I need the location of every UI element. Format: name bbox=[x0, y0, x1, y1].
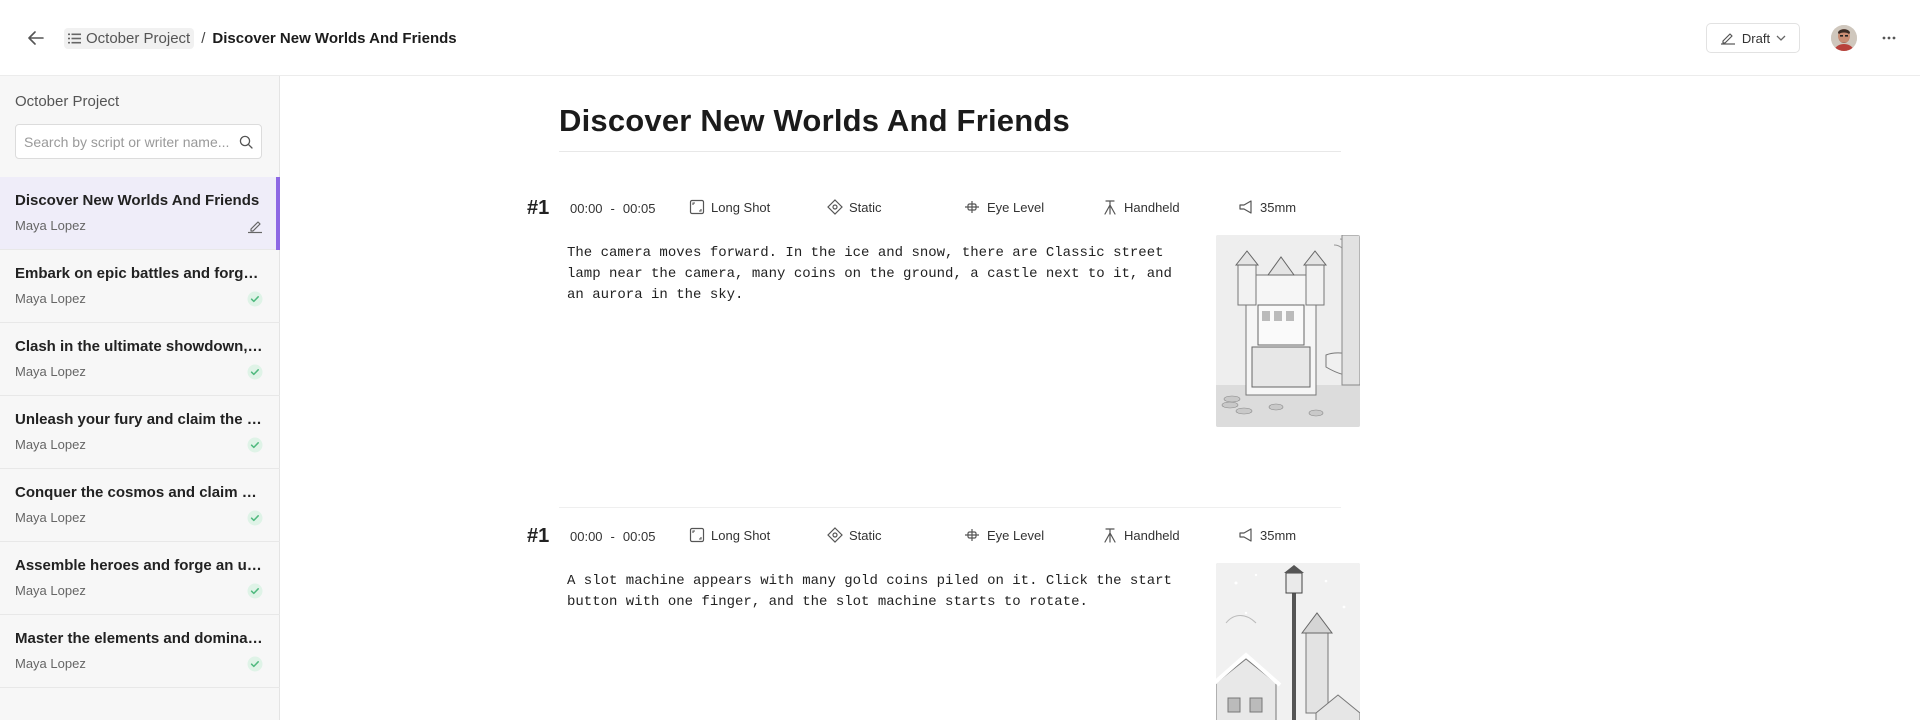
eye-level-icon bbox=[965, 201, 979, 213]
script-writer: Maya Lopez bbox=[15, 510, 86, 525]
shot-start-time: 00:00 bbox=[570, 201, 603, 216]
status-label: Draft bbox=[1741, 30, 1771, 46]
script-writer: Maya Lopez bbox=[15, 437, 86, 452]
shot-start-time: 00:00 bbox=[570, 529, 603, 544]
eye-level-icon bbox=[965, 529, 979, 541]
search-icon[interactable] bbox=[239, 135, 253, 149]
script-title: Embark on epic battles and forge your le… bbox=[15, 265, 263, 282]
script-title: Discover New Worlds And Friends bbox=[15, 192, 260, 209]
camera-rig-selector[interactable]: Handheld bbox=[1102, 527, 1180, 543]
script-writer: Maya Lopez bbox=[15, 218, 86, 233]
move-diamond-icon bbox=[827, 527, 843, 543]
lens-cone-icon bbox=[1239, 200, 1252, 214]
tripod-icon bbox=[1104, 528, 1116, 543]
edit-signature-icon bbox=[1720, 33, 1735, 45]
camera-angle-label: Eye Level bbox=[987, 527, 1045, 543]
chevron-down-icon bbox=[1776, 35, 1786, 41]
camera-movement-selector[interactable]: Static bbox=[827, 527, 882, 543]
camera-angle-selector[interactable]: Eye Level bbox=[963, 199, 1044, 215]
script-sidebar: October Project Discover New Worlds And … bbox=[0, 76, 280, 720]
script-list-item[interactable]: Embark on epic battles and forge your le… bbox=[0, 250, 280, 323]
breadcrumb-project-label: October Project bbox=[86, 29, 191, 47]
script-writer: Maya Lopez bbox=[15, 656, 86, 671]
avatar[interactable] bbox=[1831, 25, 1857, 51]
castle-sketch-image bbox=[1216, 235, 1360, 427]
camera-movement-label: Static bbox=[849, 527, 882, 543]
camera-angle-label: Eye Level bbox=[987, 199, 1045, 215]
edit-signature-icon bbox=[248, 221, 262, 234]
camera-movement-selector[interactable]: Static bbox=[827, 199, 882, 215]
frame-corners-icon bbox=[689, 527, 705, 543]
shot-size-label: Long Shot bbox=[711, 527, 771, 543]
user-avatar-icon bbox=[1831, 25, 1857, 51]
shot-end-time: 00:05 bbox=[622, 529, 656, 544]
breadcrumb: October Project / Discover New Worlds An… bbox=[64, 27, 457, 49]
check-circle-icon bbox=[247, 364, 263, 380]
script-writer: Maya Lopez bbox=[15, 291, 86, 306]
search-box bbox=[15, 124, 262, 159]
script-list-item[interactable]: Master the elements and dominate the are… bbox=[0, 615, 280, 688]
shot-timecode[interactable]: 00:00-00:05 bbox=[570, 529, 655, 544]
snowy-village-sketch-image bbox=[1216, 563, 1360, 720]
shot-divider bbox=[559, 507, 1341, 508]
shot-description[interactable]: The camera moves forward. In the ice and… bbox=[567, 243, 1187, 306]
page-title[interactable]: Discover New Worlds And Friends bbox=[559, 103, 1070, 139]
shot-end-time: 00:05 bbox=[622, 201, 656, 216]
shot-size-selector[interactable]: Long Shot bbox=[689, 527, 770, 543]
camera-rig-label: Handheld bbox=[1124, 199, 1180, 215]
lens-label: 35mm bbox=[1260, 527, 1297, 543]
camera-rig-label: Handheld bbox=[1124, 527, 1180, 543]
script-writer: Maya Lopez bbox=[15, 364, 86, 379]
check-circle-icon bbox=[247, 510, 263, 526]
arrow-left-icon bbox=[28, 31, 44, 45]
lens-selector[interactable]: 35mm bbox=[1238, 199, 1296, 215]
title-divider bbox=[559, 151, 1341, 152]
check-circle-icon bbox=[247, 656, 263, 672]
script-title: Clash in the ultimate showdown, win glor… bbox=[15, 338, 263, 355]
check-circle-icon bbox=[247, 583, 263, 599]
script-title: Master the elements and dominate the are… bbox=[15, 630, 263, 647]
shot-description[interactable]: A slot machine appears with many gold co… bbox=[567, 571, 1187, 613]
script-list-item[interactable]: Unleash your fury and claim the title Ma… bbox=[0, 396, 280, 469]
script-editor: Discover New Worlds And Friends #1 00:00… bbox=[281, 76, 1920, 720]
script-list-item[interactable]: Clash in the ultimate showdown, win glor… bbox=[0, 323, 280, 396]
camera-movement-label: Static bbox=[849, 199, 882, 215]
lens-label: 35mm bbox=[1260, 199, 1297, 215]
script-list: Discover New Worlds And Friends Maya Lop… bbox=[0, 177, 280, 688]
list-icon bbox=[68, 33, 81, 43]
shot-size-label: Long Shot bbox=[711, 199, 771, 215]
status-dropdown-button[interactable]: Draft bbox=[1706, 23, 1800, 53]
back-button[interactable] bbox=[22, 26, 50, 50]
top-bar: October Project / Discover New Worlds An… bbox=[0, 0, 1920, 76]
script-title: Assemble heroes and forge an unforgettab… bbox=[15, 557, 263, 574]
tripod-icon bbox=[1104, 200, 1116, 215]
breadcrumb-project-link[interactable]: October Project bbox=[64, 27, 195, 49]
check-circle-icon bbox=[247, 291, 263, 307]
script-title: Conquer the cosmos and claim galactic gl… bbox=[15, 484, 263, 501]
storyboard-image[interactable] bbox=[1216, 563, 1360, 720]
script-list-item[interactable]: Conquer the cosmos and claim galactic gl… bbox=[0, 469, 280, 542]
camera-angle-selector[interactable]: Eye Level bbox=[963, 527, 1044, 543]
camera-rig-selector[interactable]: Handheld bbox=[1102, 199, 1180, 215]
lens-selector[interactable]: 35mm bbox=[1238, 527, 1296, 543]
more-options-button[interactable] bbox=[1876, 26, 1902, 50]
shot-number: #1 bbox=[527, 525, 550, 547]
breadcrumb-separator: / bbox=[201, 29, 206, 47]
search-input[interactable] bbox=[16, 125, 236, 158]
breadcrumb-current: Discover New Worlds And Friends bbox=[212, 29, 457, 47]
more-horizontal-icon bbox=[1882, 36, 1896, 40]
sidebar-project-title: October Project bbox=[15, 93, 120, 110]
shot-timecode[interactable]: 00:00-00:05 bbox=[570, 201, 655, 216]
move-diamond-icon bbox=[827, 199, 843, 215]
lens-cone-icon bbox=[1239, 528, 1252, 542]
shot-number: #1 bbox=[527, 197, 550, 219]
script-list-item[interactable]: Assemble heroes and forge an unforgettab… bbox=[0, 542, 280, 615]
script-list-item[interactable]: Discover New Worlds And Friends Maya Lop… bbox=[0, 177, 280, 250]
check-circle-icon bbox=[247, 437, 263, 453]
script-writer: Maya Lopez bbox=[15, 583, 86, 598]
script-title: Unleash your fury and claim the title bbox=[15, 411, 263, 428]
frame-corners-icon bbox=[689, 199, 705, 215]
shot-size-selector[interactable]: Long Shot bbox=[689, 199, 770, 215]
storyboard-image[interactable] bbox=[1216, 235, 1360, 427]
